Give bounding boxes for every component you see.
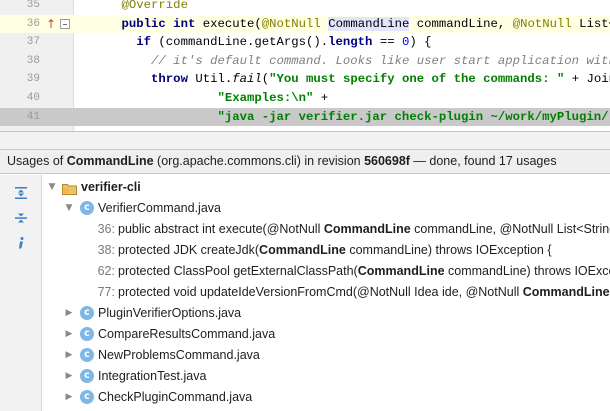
collapse-all-icon[interactable]: [11, 208, 31, 228]
panel-splitter[interactable]: [0, 131, 610, 149]
header-package: (org.apache.commons.cli) in revision: [153, 154, 365, 168]
code-text: throw Util.fail("You must specify one of…: [151, 72, 610, 87]
usage-text: protected ClassPool getExternalClassPath…: [118, 264, 610, 278]
file-label: CompareResultsCommand.java: [98, 327, 276, 341]
line-number: 39: [26, 73, 40, 86]
code-line[interactable]: 35 @Override: [0, 0, 610, 14]
code-text: @Override: [121, 0, 188, 12]
code-line[interactable]: 36 ↑ public int execute(@NotNull CommandL…: [0, 14, 610, 33]
usage-text: protected JDK createJdk(CommandLine comm…: [118, 243, 552, 257]
header-summary: — done, found 17 usages: [409, 154, 557, 168]
module-folder-icon: [62, 181, 77, 195]
header-prefix: Usages of: [7, 154, 67, 168]
usage-row[interactable]: 62: protected ClassPool getExternalClass…: [43, 261, 610, 282]
usage-text: public abstract int execute(@NotNull Com…: [118, 222, 610, 236]
module-label: verifier-cli: [81, 180, 141, 194]
expand-all-icon[interactable]: [11, 183, 31, 203]
code-editor[interactable]: 35 @Override 36 ↑ public int execute(@NotN…: [0, 0, 610, 131]
tree-node-file[interactable]: ▶ c CompareResultsCommand.java: [43, 324, 610, 345]
expand-arrow-icon[interactable]: ▶: [64, 324, 74, 345]
usage-line-number: 38:: [97, 243, 115, 257]
code-line[interactable]: 38 // it's default command. Looks like u…: [0, 52, 610, 70]
code-line[interactable]: 41 "java -jar verifier.jar check-plugin …: [0, 107, 610, 126]
find-toolbar: [0, 175, 42, 411]
line-number: 36: [26, 17, 40, 30]
expand-arrow-icon[interactable]: ▶: [64, 345, 74, 366]
usage-line-number: 62:: [97, 264, 115, 278]
override-marker-icon[interactable]: ↑: [46, 15, 56, 33]
usages-tree[interactable]: ▼ verifier-cli ▼ c VerifierCommand.java …: [43, 175, 610, 411]
file-label: CheckPluginCommand.java: [98, 390, 253, 404]
line-number: 37: [26, 36, 40, 49]
file-label: IntegrationTest.java: [98, 369, 207, 383]
code-text: public int execute(@NotNull CommandLine …: [121, 16, 610, 31]
info-icon[interactable]: [11, 233, 31, 253]
expand-arrow-icon[interactable]: ▶: [64, 387, 74, 408]
code-text: // it's default command. Looks like user…: [151, 53, 610, 68]
line-number: 41: [26, 110, 40, 123]
usage-text: protected void updateIdeVersionFromCmd(@…: [118, 285, 610, 299]
collapse-arrow-icon[interactable]: ▼: [64, 198, 74, 219]
code-line[interactable]: 39 throw Util.fail("You must specify one…: [0, 70, 610, 88]
file-label: VerifierCommand.java: [98, 201, 221, 215]
java-class-icon: c: [80, 390, 94, 404]
tree-node-file[interactable]: ▶ c CheckPluginCommand.java: [43, 387, 610, 408]
tree-node-file[interactable]: ▶ c NewProblemsCommand.java: [43, 345, 610, 366]
expand-arrow-icon[interactable]: ▶: [64, 366, 74, 387]
usage-row[interactable]: 38: protected JDK createJdk(CommandLine …: [43, 240, 610, 261]
java-class-icon: c: [80, 306, 94, 320]
code-text: "java -jar verifier.jar check-plugin ~/w…: [217, 109, 609, 124]
tree-node-file[interactable]: ▶ c PluginVerifierOptions.java: [43, 303, 610, 324]
tree-node-file[interactable]: ▼ c VerifierCommand.java: [43, 198, 610, 219]
tree-node-module[interactable]: ▼ verifier-cli: [43, 177, 610, 198]
file-label: PluginVerifierOptions.java: [98, 306, 242, 320]
line-number: 35: [26, 0, 40, 11]
header-symbol: CommandLine: [66, 154, 154, 168]
java-class-icon: c: [80, 348, 94, 362]
code-line[interactable]: 37 if (commandLine.getArgs().length == 0…: [0, 33, 610, 51]
code-line[interactable]: 40 "Examples:\n" +: [0, 89, 610, 107]
code-text: if (commandLine.getArgs().length == 0) {: [136, 35, 432, 50]
usage-row[interactable]: 77: protected void updateIdeVersionFromC…: [43, 282, 610, 303]
usage-row[interactable]: 36: public abstract int execute(@NotNull…: [43, 219, 610, 240]
java-class-icon: c: [80, 201, 94, 215]
expand-arrow-icon[interactable]: ▶: [64, 303, 74, 324]
code-text: "Examples:\n" +: [217, 91, 329, 105]
line-number: 38: [26, 54, 40, 67]
java-class-icon: c: [80, 327, 94, 341]
java-class-icon: c: [80, 369, 94, 383]
file-label: NewProblemsCommand.java: [98, 348, 260, 362]
fold-toggle-icon[interactable]: [60, 18, 70, 29]
usage-line-number: 77:: [97, 285, 115, 299]
collapse-arrow-icon[interactable]: ▼: [47, 177, 57, 198]
usage-line-number: 36:: [97, 222, 115, 236]
tree-node-file[interactable]: ▶ c IntegrationTest.java: [43, 366, 610, 387]
line-number: 40: [26, 92, 40, 104]
header-revision: 560698f: [364, 154, 410, 168]
find-usages-header: Usages of CommandLine (org.apache.common…: [0, 149, 610, 174]
